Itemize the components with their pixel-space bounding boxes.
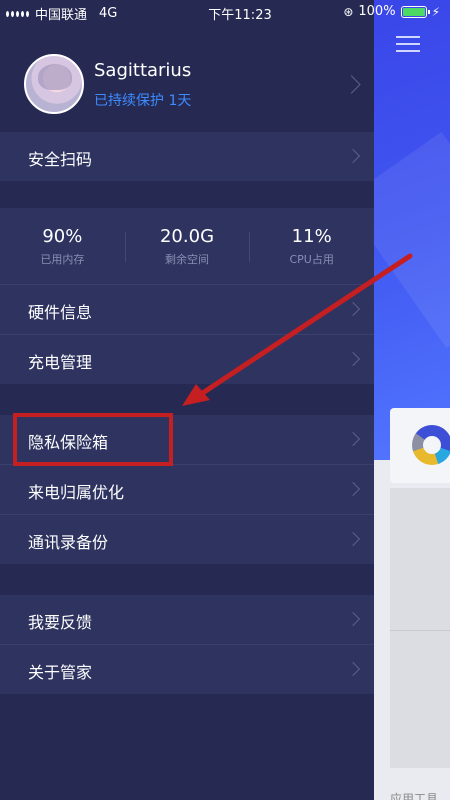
battery-percent: 100% bbox=[358, 4, 396, 19]
menu-item-label: 我要反馈 bbox=[28, 613, 93, 632]
status-right: ⊛ 100% ⚡ bbox=[343, 4, 440, 19]
menu-item-label: 通讯录备份 bbox=[28, 533, 109, 552]
hamburger-menu-icon[interactable] bbox=[396, 36, 420, 52]
chevron-right-icon bbox=[345, 301, 361, 317]
menu-item-label: 关于管家 bbox=[28, 663, 93, 682]
profile-header[interactable]: Sagittarius 已持续保护 1天 bbox=[0, 24, 374, 132]
stat-value: 20.0G bbox=[159, 226, 215, 247]
user-name: Sagittarius bbox=[94, 60, 192, 81]
menu-item-about[interactable]: 关于管家 bbox=[0, 645, 374, 694]
menu-item-charging[interactable]: 充电管理 bbox=[0, 335, 374, 384]
orientation-lock-icon: ⊛ bbox=[343, 4, 354, 19]
menu-item-label: 充电管理 bbox=[28, 353, 93, 372]
chevron-right-icon bbox=[345, 481, 361, 497]
menu-item-caller-id[interactable]: 来电归属优化 bbox=[0, 465, 374, 514]
chevron-right-icon bbox=[345, 351, 361, 367]
battery-icon bbox=[400, 5, 430, 18]
stat-memory: 90% 已用内存 bbox=[0, 208, 125, 284]
background-section-label: 应用工具 bbox=[390, 792, 439, 800]
side-drawer: Sagittarius 已持续保护 1天 安全扫码 90% 已用内存 20.0G… bbox=[0, 0, 374, 800]
stat-value: 11% bbox=[291, 226, 332, 247]
background-card-large bbox=[390, 488, 450, 768]
menu-item-scan[interactable]: 安全扫码 bbox=[0, 132, 374, 181]
status-bar: 中国联通 4G 下午11:23 ⊛ 100% ⚡ bbox=[0, 0, 450, 24]
chevron-right-icon bbox=[345, 431, 361, 447]
donut-chart-icon bbox=[412, 425, 450, 465]
stat-value: 90% bbox=[42, 226, 83, 247]
chevron-right-icon bbox=[342, 75, 361, 94]
background-app[interactable]: 应用工具 bbox=[374, 0, 450, 800]
menu-item-label: 硬件信息 bbox=[28, 303, 93, 322]
chevron-right-icon bbox=[345, 531, 361, 547]
annotation-highlight-box bbox=[13, 413, 173, 466]
stat-cpu: 11% CPU占用 bbox=[249, 208, 374, 284]
menu-item-contacts-backup[interactable]: 通讯录备份 bbox=[0, 515, 374, 564]
stat-label: 已用内存 bbox=[40, 253, 85, 266]
menu-item-hardware[interactable]: 硬件信息 bbox=[0, 285, 374, 334]
divider bbox=[390, 630, 450, 631]
avatar[interactable] bbox=[24, 54, 84, 114]
stat-label: CPU占用 bbox=[289, 253, 334, 266]
background-shape bbox=[374, 131, 450, 349]
chevron-right-icon bbox=[345, 661, 361, 677]
charging-bolt-icon: ⚡ bbox=[431, 4, 440, 19]
menu-item-label: 来电归属优化 bbox=[28, 483, 125, 502]
chevron-right-icon bbox=[345, 148, 361, 164]
device-stats: 90% 已用内存 20.0G 剩余空间 11% CPU占用 bbox=[0, 208, 374, 284]
chevron-right-icon bbox=[345, 611, 361, 627]
stat-storage: 20.0G 剩余空间 bbox=[124, 208, 250, 284]
menu-item-label: 安全扫码 bbox=[28, 150, 93, 169]
protection-days: 已持续保护 1天 bbox=[94, 93, 192, 109]
stat-label: 剩余空间 bbox=[165, 253, 209, 266]
background-hero bbox=[374, 0, 450, 460]
menu-item-feedback[interactable]: 我要反馈 bbox=[0, 595, 374, 644]
